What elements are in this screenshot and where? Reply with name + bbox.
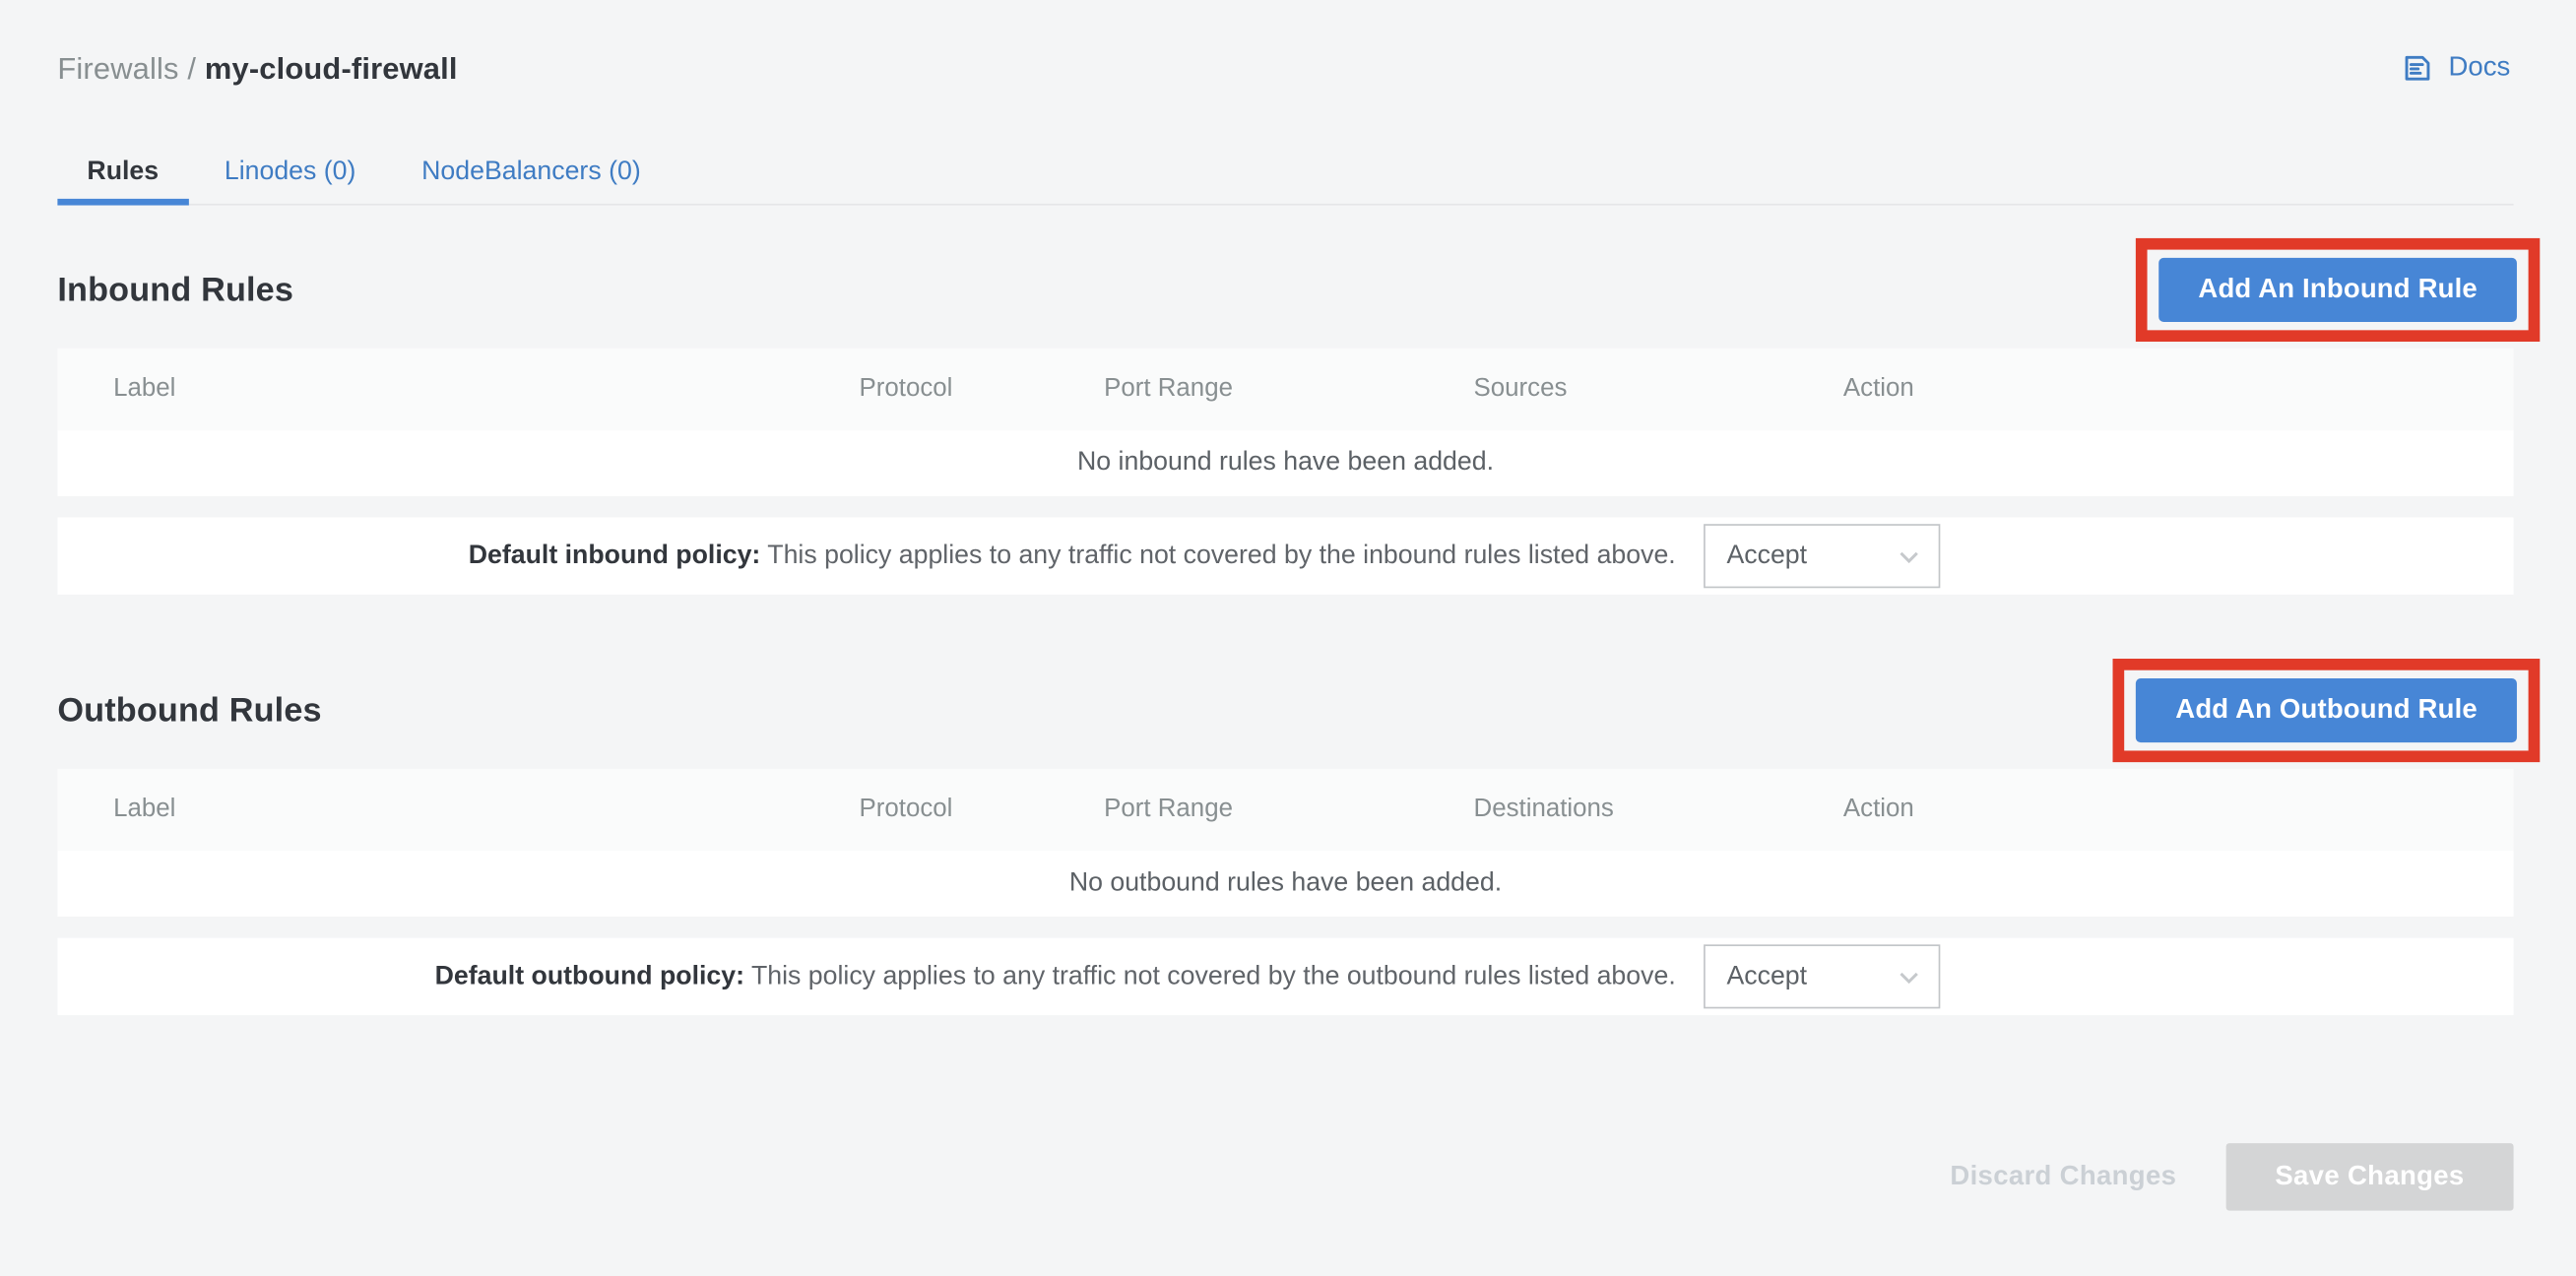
form-actions: Discard Changes Save Changes — [57, 1143, 2513, 1210]
inbound-table-header: Label Protocol Port Range Sources Action — [57, 349, 2513, 430]
discard-changes-button[interactable]: Discard Changes — [1950, 1162, 2176, 1193]
inbound-empty-text: No inbound rules have been added. — [1077, 448, 1494, 478]
breadcrumb: Firewalls / my-cloud-firewall — [57, 51, 2576, 88]
outbound-col-port-range: Port Range — [1104, 795, 1473, 824]
outbound-policy-row: Default outbound policy: This policy app… — [57, 938, 2513, 1015]
outbound-policy-description: Default outbound policy: This policy app… — [435, 962, 1676, 991]
inbound-rules-section: Inbound Rules Add An Inbound Rule Label … — [57, 238, 2513, 595]
breadcrumb-firewalls-link[interactable]: Firewalls — [57, 51, 178, 86]
chevron-down-icon — [1895, 962, 1924, 991]
docs-document-icon — [2401, 51, 2435, 86]
inbound-col-sources: Sources — [1474, 374, 1843, 404]
inbound-col-action: Action — [1843, 374, 2514, 404]
tab-linodes[interactable]: Linodes (0) — [195, 141, 386, 203]
inbound-policy-row: Default inbound policy: This policy appl… — [57, 518, 2513, 595]
outbound-policy-selected-value: Accept — [1726, 962, 1807, 991]
add-inbound-rule-button[interactable]: Add An Inbound Rule — [2158, 258, 2517, 322]
outbound-policy-label: Default outbound policy: — [435, 962, 744, 989]
inbound-col-label: Label — [57, 374, 859, 404]
tab-rules[interactable]: Rules — [57, 141, 188, 203]
inbound-policy-description: Default inbound policy: This policy appl… — [469, 542, 1676, 571]
save-changes-button[interactable]: Save Changes — [2225, 1143, 2513, 1210]
annotation-highlight-inbound: Add An Inbound Rule — [2136, 238, 2540, 342]
inbound-rules-table: Label Protocol Port Range Sources Action… — [57, 349, 2513, 595]
inbound-policy-label: Default inbound policy: — [469, 542, 761, 569]
page-header: Firewalls / my-cloud-firewall Docs — [0, 0, 2576, 96]
inbound-rules-title: Inbound Rules — [57, 270, 293, 309]
tab-nodebalancers[interactable]: NodeBalancers (0) — [392, 141, 671, 203]
annotation-highlight-outbound: Add An Outbound Rule — [2113, 659, 2540, 762]
outbound-rules-section: Outbound Rules Add An Outbound Rule Labe… — [57, 659, 2513, 1015]
outbound-col-protocol: Protocol — [860, 795, 1105, 824]
docs-label: Docs — [2449, 52, 2511, 84]
breadcrumb-separator: / — [179, 51, 205, 86]
inbound-empty-row: No inbound rules have been added. — [57, 430, 2513, 496]
docs-link[interactable]: Docs — [2401, 51, 2510, 86]
outbound-col-destinations: Destinations — [1474, 795, 1843, 824]
breadcrumb-current-firewall: my-cloud-firewall — [205, 51, 458, 86]
firewall-detail-page: Firewalls / my-cloud-firewall Docs Rules… — [0, 0, 2576, 1276]
outbound-empty-text: No outbound rules have been added. — [1069, 869, 1502, 899]
inbound-col-protocol: Protocol — [860, 374, 1105, 404]
outbound-rules-table: Label Protocol Port Range Destinations A… — [57, 769, 2513, 1015]
tab-bar: Rules Linodes (0) NodeBalancers (0) — [57, 141, 2513, 205]
outbound-rules-title: Outbound Rules — [57, 691, 321, 731]
outbound-empty-row: No outbound rules have been added. — [57, 851, 2513, 917]
outbound-table-header: Label Protocol Port Range Destinations A… — [57, 769, 2513, 851]
inbound-policy-select[interactable]: Accept — [1704, 524, 1940, 588]
chevron-down-icon — [1895, 542, 1924, 571]
outbound-policy-select[interactable]: Accept — [1704, 944, 1940, 1008]
inbound-policy-selected-value: Accept — [1726, 542, 1807, 571]
outbound-col-action: Action — [1843, 795, 2514, 824]
outbound-col-label: Label — [57, 795, 859, 824]
add-outbound-rule-button[interactable]: Add An Outbound Rule — [2136, 678, 2517, 742]
inbound-col-port-range: Port Range — [1104, 374, 1473, 404]
